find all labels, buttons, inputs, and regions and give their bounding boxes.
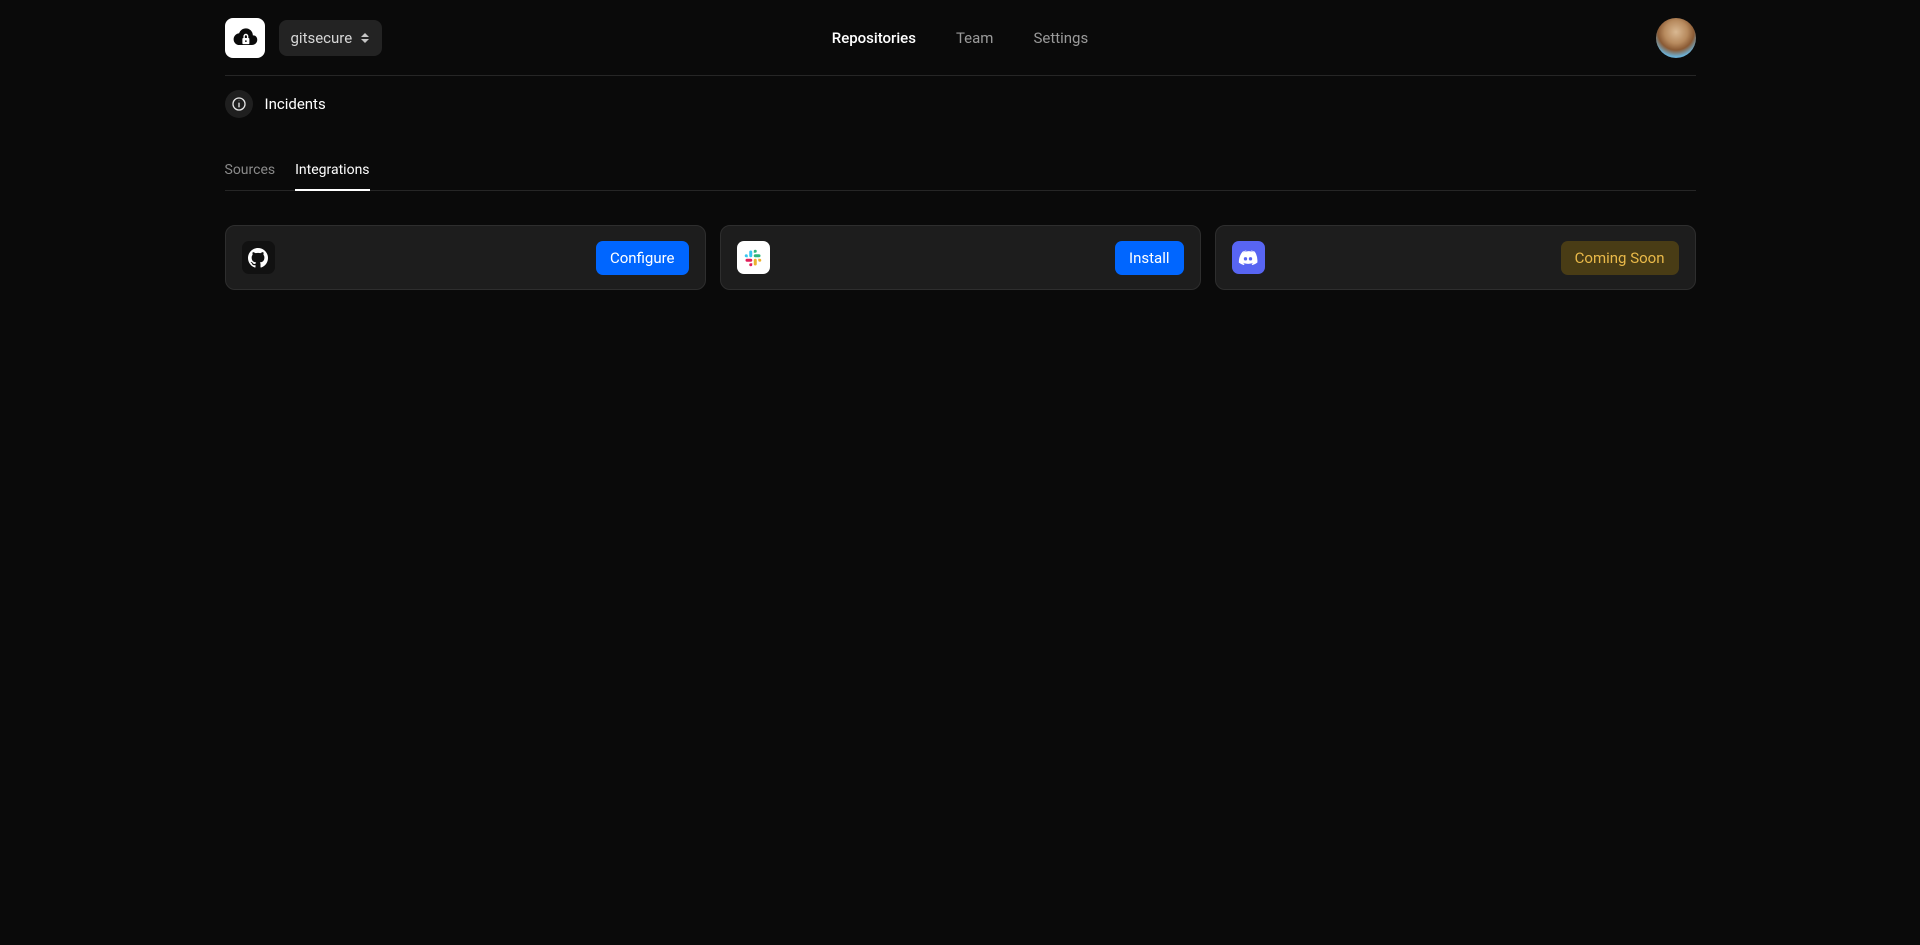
github-icon <box>242 241 275 274</box>
project-selector[interactable]: gitsecure <box>279 20 383 56</box>
integration-card-github: Configure <box>225 225 706 290</box>
app-logo[interactable] <box>225 18 265 58</box>
main-nav: Repositories Team Settings <box>832 29 1088 47</box>
configure-button[interactable]: Configure <box>596 241 689 275</box>
topbar: gitsecure Repositories Team Settings <box>225 0 1696 75</box>
project-name: gitsecure <box>291 29 353 47</box>
page-subheader: Incidents <box>225 76 1696 132</box>
slack-icon <box>737 241 770 274</box>
page-title: Incidents <box>265 95 326 113</box>
nav-repositories[interactable]: Repositories <box>832 29 916 47</box>
coming-soon-badge: Coming Soon <box>1561 241 1679 275</box>
nav-settings[interactable]: Settings <box>1033 29 1088 47</box>
integration-cards: Configure Install <box>225 225 1696 290</box>
tab-sources[interactable]: Sources <box>225 162 276 190</box>
user-avatar[interactable] <box>1656 18 1696 58</box>
cloud-lock-icon <box>231 24 259 52</box>
integration-card-slack: Install <box>720 225 1201 290</box>
nav-team[interactable]: Team <box>956 29 994 47</box>
discord-icon <box>1232 241 1265 274</box>
tabs: Sources Integrations <box>225 162 1696 191</box>
install-button[interactable]: Install <box>1115 241 1183 275</box>
info-icon <box>225 90 253 118</box>
tab-integrations[interactable]: Integrations <box>295 162 369 190</box>
chevron-up-down-icon <box>360 32 370 44</box>
integration-card-discord: Coming Soon <box>1215 225 1696 290</box>
